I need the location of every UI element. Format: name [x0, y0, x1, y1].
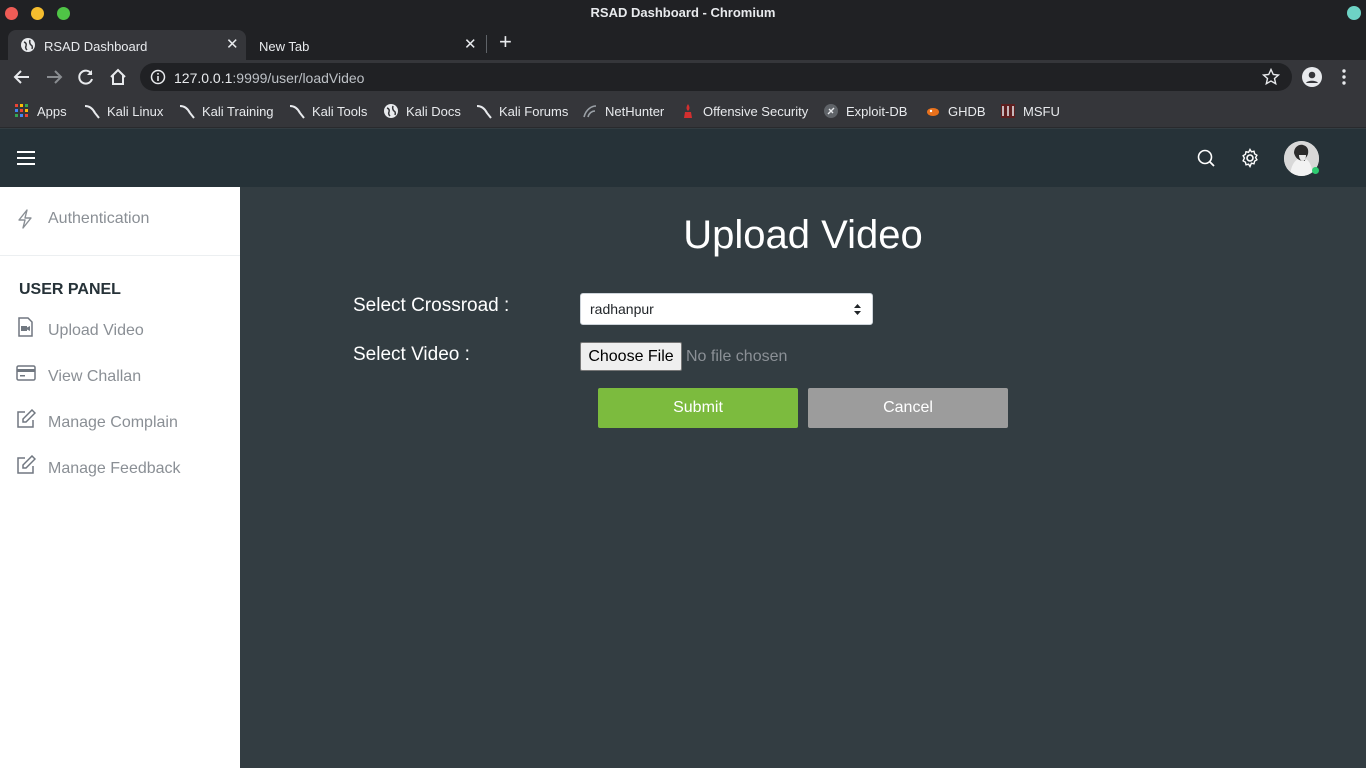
bookmark-ghdb[interactable]: GHDB — [925, 103, 986, 119]
sidebar-divider — [0, 255, 240, 256]
bookmark-msfu[interactable]: MSFU — [1000, 103, 1060, 119]
ghdb-icon — [927, 108, 939, 116]
sidebar-item-manage-complain[interactable]: Manage Complain — [0, 405, 240, 441]
kali-dragon-icon — [476, 105, 492, 119]
bookmark-label: GHDB — [948, 103, 986, 119]
bookmark-label: Apps — [37, 103, 67, 119]
bookmark-apps[interactable]: Apps — [14, 103, 67, 119]
reload-icon[interactable] — [77, 68, 95, 86]
url-text: 127.0.0.1:9999/user/loadVideo — [174, 70, 364, 86]
menu-kebab-icon[interactable] — [1335, 68, 1353, 86]
back-icon[interactable] — [13, 68, 31, 86]
tab-separator — [486, 35, 487, 53]
crossroad-selected-value: radhanpur — [590, 301, 654, 317]
file-status-text: No file chosen — [686, 348, 788, 365]
bookmark-label: Exploit-DB — [846, 103, 908, 119]
msfu-icon — [1001, 104, 1015, 118]
kali-dragon-icon — [84, 105, 100, 119]
crossroad-select[interactable]: radhanpur — [580, 293, 873, 325]
bookmark-label: Kali Forums — [499, 103, 569, 119]
sidebar-section-heading: USER PANEL — [19, 281, 121, 298]
home-icon[interactable] — [109, 68, 127, 86]
bookmark-exploit-db[interactable]: Exploit-DB — [823, 103, 907, 119]
main-content: Upload Video Select Crossroad : radhanpu… — [240, 187, 1366, 768]
exploitdb-icon — [824, 104, 838, 118]
globe-icon — [384, 104, 398, 118]
crossroad-label: Select Crossroad : — [353, 295, 510, 316]
bookmark-kali-training[interactable]: Kali Training — [179, 103, 274, 119]
sidebar-item-label: Manage Complain — [48, 414, 178, 431]
cancel-button[interactable]: Cancel — [808, 388, 1008, 428]
tab-label: RSAD Dashboard — [44, 39, 148, 54]
tab-rsad-dashboard[interactable]: RSAD Dashboard ✕ — [8, 30, 246, 60]
sidebar-item-authentication[interactable]: Authentication — [0, 201, 240, 237]
submit-button[interactable]: Submit — [598, 388, 798, 428]
select-arrows-icon — [854, 304, 861, 315]
tab-label: New Tab — [259, 39, 310, 54]
sidebar-item-label: Authentication — [48, 210, 150, 227]
video-file-icon — [18, 317, 33, 337]
choose-file-button[interactable]: Choose File — [580, 342, 682, 371]
edit-icon — [17, 409, 36, 428]
sidebar-item-label: Upload Video — [48, 322, 144, 339]
bookmarks-bar: Apps Kali Linux Kali Training Kali Tools… — [0, 94, 1366, 128]
bookmark-label: Kali Tools — [312, 103, 368, 119]
bookmark-nethunter[interactable]: NetHunter — [582, 103, 664, 119]
window-title: RSAD Dashboard - Chromium — [590, 5, 776, 20]
nethunter-icon — [583, 105, 597, 118]
online-status-dot — [1312, 167, 1319, 174]
browser-toolbar: 127.0.0.1:9999/user/loadVideo — [0, 60, 1366, 94]
tab-strip: RSAD Dashboard ✕ New Tab ✕ + — [0, 26, 1366, 60]
globe-icon — [21, 38, 35, 52]
bookmark-star-icon[interactable] — [1262, 68, 1280, 86]
profile-icon[interactable] — [1302, 67, 1322, 87]
bookmark-kali-tools[interactable]: Kali Tools — [289, 103, 367, 119]
new-tab-icon[interactable]: + — [499, 31, 512, 53]
bookmark-label: MSFU — [1023, 103, 1060, 119]
bookmark-label: Kali Linux — [107, 103, 164, 119]
sidebar-item-label: View Challan — [48, 368, 142, 385]
kali-dragon-icon — [179, 105, 195, 119]
search-icon[interactable] — [1196, 148, 1216, 168]
sidebar-item-manage-feedback[interactable]: Manage Feedback — [0, 451, 240, 487]
sidebar-item-view-challan[interactable]: View Challan — [0, 359, 240, 395]
bookmark-label: NetHunter — [605, 103, 665, 119]
forward-icon[interactable] — [45, 68, 63, 86]
app-header — [0, 129, 1366, 187]
sidebar-item-label: Manage Feedback — [48, 460, 181, 477]
address-bar[interactable]: 127.0.0.1:9999/user/loadVideo — [140, 63, 1292, 91]
window-titlebar: RSAD Dashboard - Chromium — [0, 0, 1366, 26]
bookmark-kali-forums[interactable]: Kali Forums — [476, 103, 568, 119]
close-tab-icon[interactable]: ✕ — [226, 36, 239, 54]
bookmark-label: Offensive Security — [703, 103, 809, 119]
window-status-dot — [1347, 6, 1361, 20]
sidebar-item-upload-video[interactable]: Upload Video — [0, 313, 240, 349]
bookmark-offensive-security[interactable]: Offensive Security — [680, 103, 808, 119]
edit-icon — [17, 455, 36, 474]
video-label: Select Video : — [353, 344, 470, 365]
bolt-icon — [18, 209, 32, 229]
bookmark-label: Kali Docs — [406, 103, 461, 119]
info-icon[interactable] — [150, 69, 166, 85]
bookmark-label: Kali Training — [202, 103, 274, 119]
url-path: :9999/user/loadVideo — [232, 70, 365, 86]
offsec-icon — [684, 104, 692, 118]
kali-dragon-icon — [289, 105, 305, 119]
page-title: Upload Video — [683, 213, 923, 257]
settings-gear-icon[interactable] — [1240, 148, 1260, 168]
bookmark-kali-docs[interactable]: Kali Docs — [383, 103, 461, 119]
tab-new-tab[interactable]: New Tab ✕ — [246, 30, 486, 60]
apps-grid-icon — [15, 104, 28, 117]
bookmark-kali-linux[interactable]: Kali Linux — [84, 103, 163, 119]
sidebar: Authentication USER PANEL Upload Video V… — [0, 187, 240, 768]
hamburger-menu-icon[interactable] — [17, 151, 35, 165]
url-host: 127.0.0.1 — [174, 70, 233, 86]
close-tab-icon[interactable]: ✕ — [464, 36, 477, 54]
credit-card-icon — [16, 365, 36, 381]
